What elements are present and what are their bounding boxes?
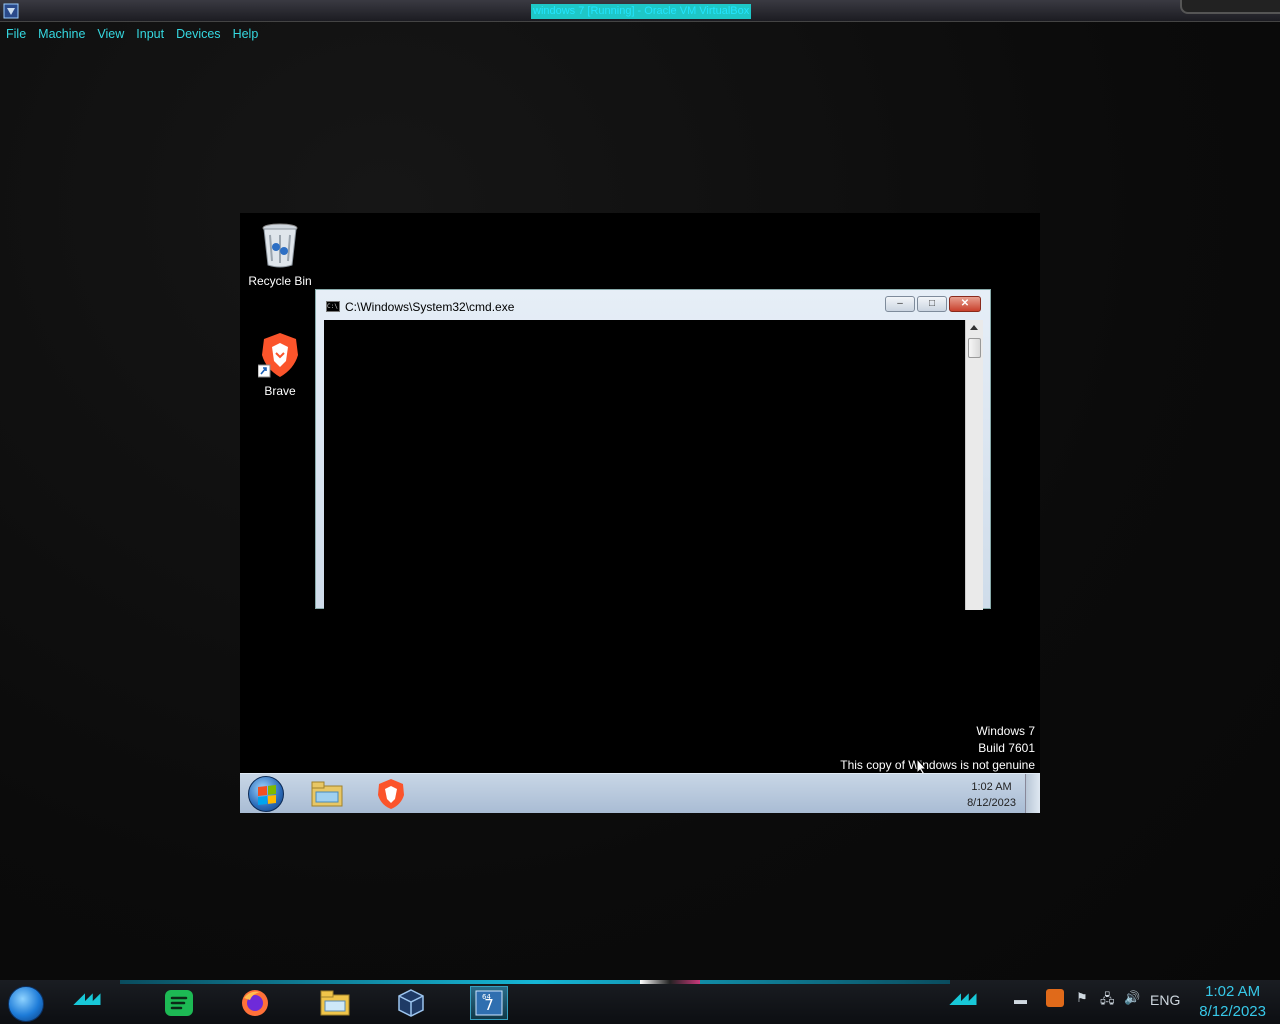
svg-text:64: 64 [482, 993, 491, 1001]
vm-clock[interactable]: 1:02 AM 8/12/2023 [967, 779, 1016, 811]
console-output[interactable] [324, 320, 965, 610]
file-explorer-taskbar-button[interactable] [316, 986, 354, 1020]
menu-input[interactable]: Input [136, 24, 164, 44]
volume-icon[interactable]: 🔊 [1124, 990, 1140, 1006]
brave-icon[interactable] [373, 778, 409, 810]
firefox-icon [242, 990, 268, 1016]
window-title: windows 7 [Running] - Oracle VM VirtualB… [531, 4, 752, 19]
menu-view[interactable]: View [97, 24, 124, 44]
network-icon[interactable]: 🖧 [1100, 990, 1115, 1012]
brave-shortcut-icon [257, 333, 298, 378]
host-menu-bar: File Machine View Input Devices Help [0, 24, 258, 44]
show-desktop-button[interactable] [1025, 774, 1040, 813]
spotify-icon [165, 990, 193, 1016]
chevron-decoration-icon: ◢◢◢ [74, 990, 100, 1006]
menu-help[interactable]: Help [233, 24, 259, 44]
vm-display[interactable]: Recycle Bin Brave C:\ C:\Windows\System3… [240, 213, 1040, 813]
watermark-build: Build 7601 [978, 741, 1035, 755]
taskbar-glow-bar [120, 980, 950, 984]
desktop-icon-recycle-bin[interactable]: Recycle Bin [240, 221, 320, 288]
host-start-button[interactable] [8, 986, 44, 1022]
scroll-up-icon[interactable] [970, 325, 978, 330]
genuine-watermark: Windows 7 Build 7601 This copy of Window… [840, 723, 1035, 774]
maximize-button[interactable]: □ [917, 296, 947, 312]
virtualbox-icon [3, 3, 19, 19]
start-button[interactable] [248, 776, 284, 812]
host-clock-time: 1:02 AM [1205, 983, 1261, 1000]
host-desktop: windows 7 [Running] - Oracle VM VirtualB… [0, 0, 1280, 1024]
menu-devices[interactable]: Devices [176, 24, 220, 44]
tray-app-icon[interactable] [1046, 989, 1064, 1007]
host-taskbar: ◢◢◢ 7 64 ◢◢◢ ▬ ⚑ 🖧 🔊 ENG 1:02 AM 8/12/20… [0, 980, 1280, 1024]
tray-overflow-icon[interactable]: ▬ [1014, 992, 1027, 1007]
host-title-bar[interactable]: windows 7 [Running] - Oracle VM VirtualB… [0, 0, 1280, 22]
close-button[interactable]: ✕ [949, 296, 981, 312]
minimize-button[interactable]: – [885, 296, 915, 312]
menu-machine[interactable]: Machine [38, 24, 85, 44]
recycle-bin-icon [262, 223, 298, 268]
cmd-window[interactable]: C:\ C:\Windows\System32\cmd.exe – □ ✕ [315, 289, 991, 610]
virtualbox-cube-icon [398, 989, 424, 1017]
chevron-decoration-icon: ◢◢◢ [950, 990, 976, 1006]
virtualbox-taskbar-button[interactable] [392, 986, 430, 1020]
windows-logo-icon [258, 785, 276, 805]
windows7-vm-icon: 7 64 [475, 990, 503, 1016]
cmd-window-title: C:\Windows\System32\cmd.exe [345, 300, 515, 314]
vertical-scrollbar[interactable] [965, 320, 983, 610]
desktop-icon-label: Brave [264, 384, 296, 398]
title-bar-decoration [1180, 0, 1280, 14]
watermark-os: Windows 7 [976, 724, 1035, 738]
scrollbar-thumb[interactable] [968, 338, 981, 358]
vm-clock-time: 1:02 AM [971, 781, 1012, 793]
spotify-taskbar-button[interactable] [160, 986, 198, 1020]
action-center-flag-icon[interactable]: ⚑ [1076, 990, 1088, 1006]
host-clock-date: 8/12/2023 [1199, 1003, 1266, 1020]
firefox-taskbar-button[interactable] [236, 986, 274, 1020]
host-clock[interactable]: 1:02 AM 8/12/2023 [1199, 982, 1266, 1022]
vm-taskbar: 1:02 AM 8/12/2023 [240, 773, 1040, 813]
vm-clock-date: 8/12/2023 [967, 797, 1016, 809]
desktop-icon-brave[interactable]: Brave [240, 331, 320, 398]
language-indicator[interactable]: ENG [1150, 992, 1180, 1008]
file-explorer-icon [320, 990, 350, 1016]
cmd-icon: C:\ [326, 301, 340, 312]
watermark-genuine-notice: This copy of Windows is not genuine [840, 758, 1035, 772]
windows7-vm-taskbar-button[interactable]: 7 64 [470, 986, 508, 1020]
menu-file[interactable]: File [6, 24, 26, 44]
windows-explorer-icon[interactable] [310, 778, 346, 810]
desktop-icon-label: Recycle Bin [248, 274, 312, 288]
